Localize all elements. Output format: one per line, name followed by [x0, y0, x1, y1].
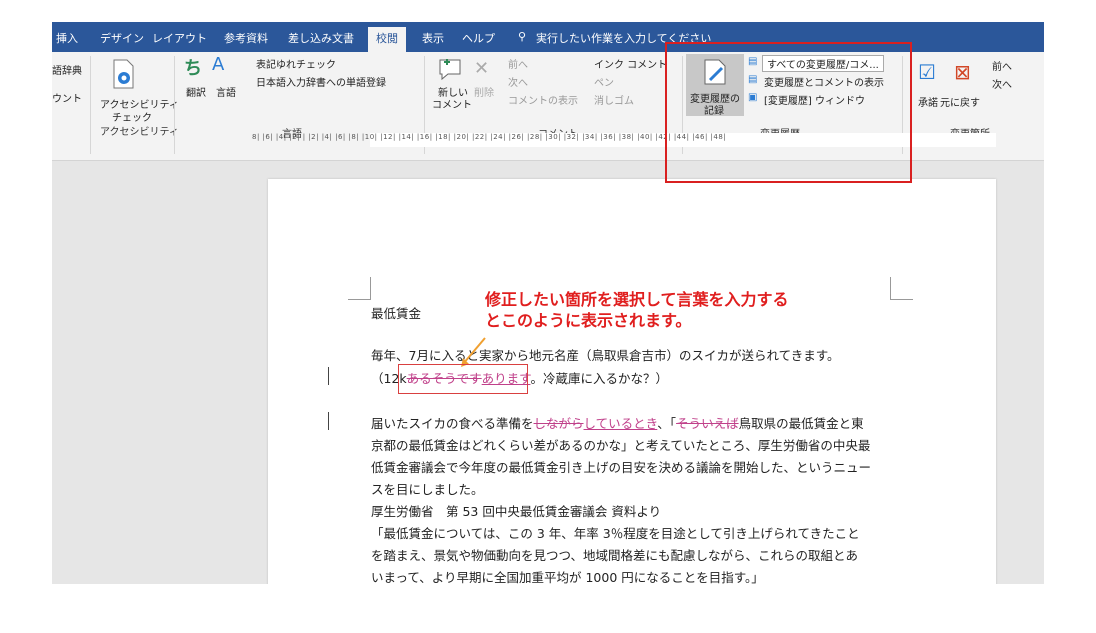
reject-button[interactable]: 元に戻す [940, 94, 980, 109]
accessibility-check-icon[interactable] [110, 58, 136, 90]
tab-help[interactable]: ヘルプ [462, 30, 495, 46]
doc-line-9[interactable]: 「最低賃金については、この 3 年、年率 3％程度を目途として引き上げられてきた… [371, 523, 860, 542]
tab-design[interactable]: デザイン [100, 30, 144, 46]
language-button[interactable]: 言語 [216, 84, 236, 99]
doc-line-5[interactable]: 京都の最低賃金はどれくらい差があるのかな」と考えていたところ、厚生労働省の中央最 [371, 435, 870, 454]
accept-button[interactable]: 承諾 [918, 94, 938, 109]
reject-icon[interactable]: ⊠ [954, 60, 971, 84]
eraser-button[interactable]: 消しゴム [594, 92, 634, 107]
language-icon[interactable]: A [212, 54, 224, 75]
annotation-line-2: とこのように表示されます。 [485, 311, 692, 330]
prev-comment-button[interactable]: 前へ [508, 56, 528, 71]
tab-view[interactable]: 表示 [422, 30, 444, 46]
group-accessibility-label: アクセシビリティ [100, 127, 179, 138]
lightbulb-icon: ⚲ [518, 30, 527, 43]
accept-icon[interactable]: ☑ [918, 60, 936, 84]
doc-line-10[interactable]: を踏まえ、景気や物価動向を見つつ、地域間格差にも配慮しながら、これらの取組とあ [371, 545, 858, 564]
change-bar-2 [328, 412, 329, 430]
translate-button[interactable]: 翻訳 [186, 84, 206, 99]
next-change-button[interactable]: 次へ [992, 76, 1012, 91]
next-comment-button[interactable]: 次へ [508, 74, 528, 89]
margin-mark-left [348, 277, 371, 300]
doc-line-8[interactable]: 厚生労働省 第 53 回中央最低賃金審議会 資料より [371, 501, 661, 520]
inserted-text-2[interactable]: しているとき [584, 416, 658, 431]
highlight-box-track-changes [665, 42, 912, 183]
doc-line-4b: 、「 [657, 416, 677, 431]
show-comments-button[interactable]: コメントの表示 [508, 92, 578, 107]
tab-layout[interactable]: レイアウト [152, 30, 207, 46]
delete-comment-button[interactable]: 削除 [474, 84, 494, 99]
doc-line-6[interactable]: 低賃金審議会で今年度の最低賃金引き上げの目安を決める議論を開始した、というニュー [371, 457, 871, 476]
tab-insert[interactable]: 挿入 [56, 30, 78, 46]
spelling-variant-check[interactable]: 表記ゆれチェック [256, 56, 336, 71]
doc-line-7[interactable]: スを目にしました。 [371, 479, 484, 498]
pen-button[interactable]: ペン [594, 74, 614, 89]
margin-mark-right [890, 277, 913, 300]
prev-change-button[interactable]: 前へ [992, 58, 1012, 73]
highlight-box-edit [398, 364, 528, 394]
ime-dictionary-register[interactable]: 日本語入力辞書への単語登録 [256, 74, 386, 89]
translate-icon[interactable]: ち [184, 54, 202, 80]
deleted-text-2[interactable]: しながら [534, 416, 584, 431]
ink-comment-button[interactable]: インク コメント [594, 56, 667, 71]
doc-line-4[interactable]: 届いたスイカの食べる準備をしながらしているとき、「そういえば鳥取県の最低賃金と東 [371, 413, 864, 432]
tab-review[interactable]: 校閲 [368, 27, 406, 52]
delete-comment-icon[interactable]: ✕ [474, 58, 489, 79]
word-count-label-cut[interactable]: ウント [52, 90, 82, 105]
doc-line-4c: 鳥取県の最低賃金と東 [738, 416, 864, 431]
tab-mailings[interactable]: 差し込み文書 [288, 30, 354, 46]
doc-line-2[interactable]: 毎年、7月に入ると実家から地元名産（鳥取県倉吉市）のスイカが送られてきます。 [371, 345, 839, 364]
accessibility-button-line2: チェック [112, 113, 152, 124]
change-bar [328, 367, 329, 385]
new-comment-icon[interactable] [438, 56, 462, 82]
doc-title[interactable]: 最低賃金 [371, 303, 421, 322]
doc-line-4a: 届いたスイカの食べる準備を [371, 416, 534, 431]
annotation-callout: 修正したい箇所を選択して言葉を入力する とこのように表示されます。 [485, 289, 789, 331]
doc-line-3b: 。冷蔵庫に入るかな？） [530, 371, 668, 386]
deleted-text-3[interactable]: そういえば [676, 416, 739, 431]
thesaurus-label-cut[interactable]: 語辞典 [52, 62, 82, 77]
new-comment-line2: コメント [432, 100, 472, 111]
annotation-line-1: 修正したい箇所を選択して言葉を入力する [485, 290, 789, 309]
tab-references[interactable]: 参考資料 [224, 30, 268, 46]
doc-line-11[interactable]: いまって、より早期に全国加重平均が 1000 円になることを目指す。」 [371, 567, 764, 586]
